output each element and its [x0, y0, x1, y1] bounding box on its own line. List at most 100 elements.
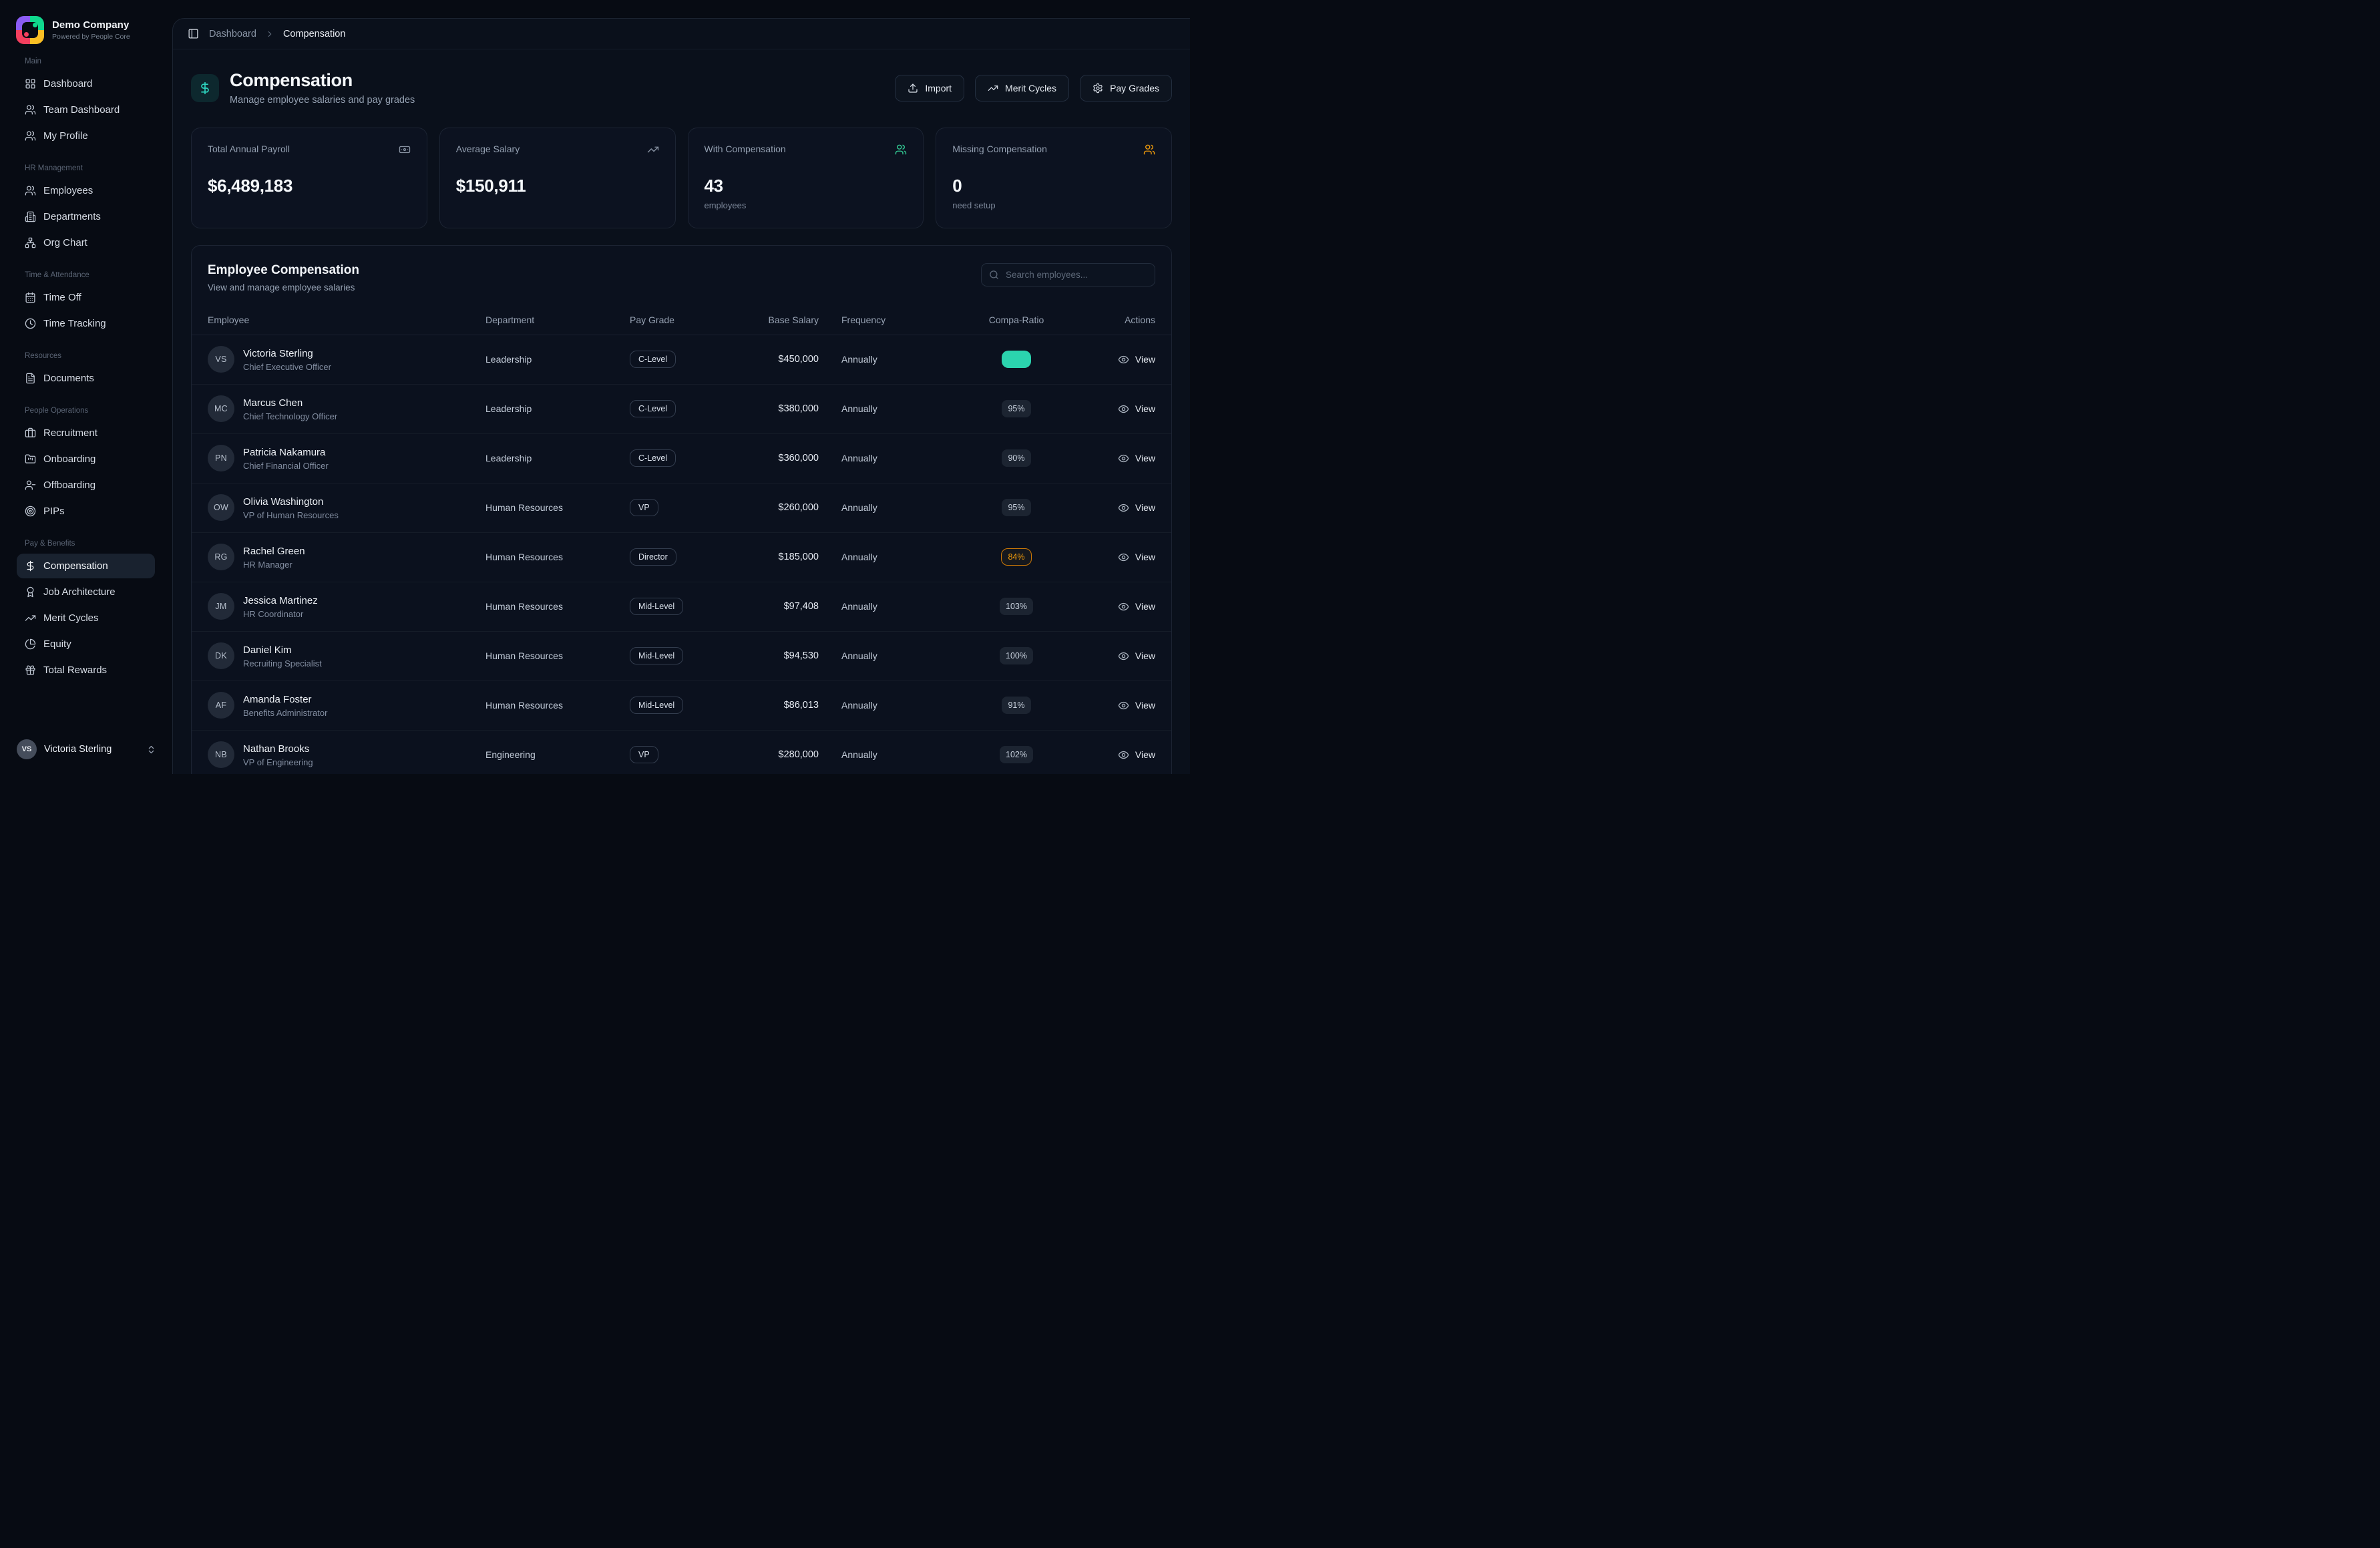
sidebar-item-time-tracking[interactable]: Time Tracking [17, 311, 155, 336]
department-cell: Engineering [485, 749, 630, 760]
sidebar-item-offboarding[interactable]: Offboarding [17, 473, 155, 498]
breadcrumb: Dashboard Compensation [173, 19, 1190, 49]
department-cell: Leadership [485, 354, 630, 365]
view-button[interactable]: View [1118, 354, 1155, 365]
stat-card-total-payroll: Total Annual Payroll $6,489,183 [191, 128, 427, 228]
sidebar-item-departments[interactable]: Departments [17, 204, 155, 229]
breadcrumb-dashboard[interactable]: Dashboard [209, 29, 256, 39]
building-icon [25, 211, 36, 222]
sidebar-item-org-chart[interactable]: Org Chart [17, 230, 155, 255]
view-button[interactable]: View [1118, 650, 1155, 662]
table-row[interactable]: RGRachel GreenHR Manager Human Resources… [192, 533, 1171, 582]
view-button[interactable]: View [1118, 552, 1155, 563]
view-button[interactable]: View [1118, 700, 1155, 711]
sidebar-item-label: Dashboard [43, 78, 92, 89]
sidebar-item-job-architecture[interactable]: Job Architecture [17, 580, 155, 604]
sidebar-item-team-dashboard[interactable]: Team Dashboard [17, 98, 155, 122]
sidebar-item-equity[interactable]: Equity [17, 632, 155, 656]
avatar: DK [208, 642, 234, 669]
users-icon [25, 185, 36, 196]
table-row[interactable]: OWOlivia WashingtonVP of Human Resources… [192, 483, 1171, 533]
frequency-cell: Annually [819, 749, 932, 760]
sidebar-toggle-button[interactable] [186, 27, 200, 41]
sidebar-item-label: Team Dashboard [43, 104, 120, 116]
search-input[interactable] [981, 263, 1155, 286]
employee-title: VP of Human Resources [243, 510, 339, 520]
table-row[interactable]: VSVictoria SterlingChief Executive Offic… [192, 335, 1171, 385]
view-button[interactable]: View [1118, 601, 1155, 612]
breadcrumb-current: Compensation [283, 29, 346, 39]
sidebar-user-menu[interactable]: VS Victoria Sterling [0, 730, 172, 774]
department-cell: Human Resources [485, 650, 630, 661]
stat-cards: Total Annual Payroll $6,489,183 Average … [191, 128, 1172, 228]
view-button[interactable]: View [1118, 403, 1155, 415]
avatar: MC [208, 395, 234, 422]
sidebar-item-time-off[interactable]: Time Off [17, 285, 155, 310]
eye-icon [1118, 700, 1129, 711]
sidebar-item-label: My Profile [43, 130, 88, 142]
view-button[interactable]: View [1118, 749, 1155, 761]
merit-cycles-button[interactable]: Merit Cycles [975, 75, 1069, 102]
company-logo-icon [16, 16, 44, 44]
employee-name: Victoria Sterling [243, 347, 331, 360]
sidebar-item-employees[interactable]: Employees [17, 178, 155, 203]
table-row[interactable]: DKDaniel KimRecruiting Specialist Human … [192, 632, 1171, 681]
avatar: RG [208, 544, 234, 570]
base-salary-cell: $380,000 [737, 403, 819, 414]
view-button[interactable]: View [1118, 502, 1155, 514]
base-salary-cell: $97,408 [737, 601, 819, 612]
table-row[interactable]: AFAmanda FosterBenefits Administrator Hu… [192, 681, 1171, 731]
section-label-time-attendance: Time & Attendance [25, 271, 155, 279]
view-button[interactable]: View [1118, 453, 1155, 464]
table-row[interactable]: NBNathan BrooksVP of Engineering Enginee… [192, 731, 1171, 774]
page-subtitle: Manage employee salaries and pay grades [230, 95, 415, 106]
chevron-right-icon [265, 29, 274, 39]
section-label-resources: Resources [25, 352, 155, 360]
department-cell: Human Resources [485, 700, 630, 711]
sidebar-item-merit-cycles[interactable]: Merit Cycles [17, 606, 155, 630]
compa-ratio-badge: 91% [1002, 697, 1031, 714]
frequency-cell: Annually [819, 354, 932, 365]
button-label: Merit Cycles [1005, 83, 1056, 93]
sidebar-item-my-profile[interactable]: My Profile [17, 124, 155, 148]
pay-grades-button[interactable]: Pay Grades [1080, 75, 1172, 102]
page-title: Compensation [230, 71, 415, 91]
dollar-icon [25, 560, 36, 572]
pay-grade-badge: C-Level [630, 351, 676, 368]
stat-label: Total Annual Payroll [208, 144, 290, 154]
pay-grade-badge: Mid-Level [630, 697, 683, 714]
button-label: Import [925, 83, 952, 93]
employee-title: Chief Financial Officer [243, 461, 329, 471]
sidebar-item-documents[interactable]: Documents [17, 366, 155, 391]
stat-value: $150,911 [456, 176, 659, 196]
compa-ratio-badge: 95% [1002, 400, 1031, 417]
button-label: Pay Grades [1110, 83, 1159, 93]
employee-name: Rachel Green [243, 545, 305, 558]
avatar: VS [17, 739, 37, 759]
users-icon [25, 104, 36, 116]
page-content: Compensation Manage employee salaries an… [173, 49, 1190, 774]
frequency-cell: Annually [819, 601, 932, 612]
award-icon [25, 586, 36, 598]
table-row[interactable]: JMJessica MartinezHR Coordinator Human R… [192, 582, 1171, 632]
sidebar-item-label: Total Rewards [43, 664, 107, 676]
employee-title: HR Coordinator [243, 609, 318, 619]
table-row[interactable]: MCMarcus ChenChief Technology Officer Le… [192, 385, 1171, 434]
department-cell: Leadership [485, 403, 630, 414]
calendar-icon [25, 292, 36, 303]
sidebar-item-pips[interactable]: PIPs [17, 499, 155, 524]
sidebar-item-total-rewards[interactable]: Total Rewards [17, 658, 155, 683]
column-header-actions: Actions [1101, 315, 1155, 325]
banknote-icon [399, 144, 411, 156]
sidebar-item-dashboard[interactable]: Dashboard [17, 71, 155, 96]
eye-icon [1118, 650, 1129, 662]
trending-up-icon [25, 612, 36, 624]
sidebar-item-onboarding[interactable]: Onboarding [17, 447, 155, 471]
sidebar-item-compensation[interactable]: Compensation [17, 554, 155, 578]
import-button[interactable]: Import [895, 75, 964, 102]
table-row[interactable]: PNPatricia NakamuraChief Financial Offic… [192, 434, 1171, 483]
pay-grade-badge: Mid-Level [630, 598, 683, 615]
compa-ratio-badge: 100% [1000, 647, 1033, 664]
sidebar-item-recruitment[interactable]: Recruitment [17, 421, 155, 445]
avatar: JM [208, 593, 234, 620]
